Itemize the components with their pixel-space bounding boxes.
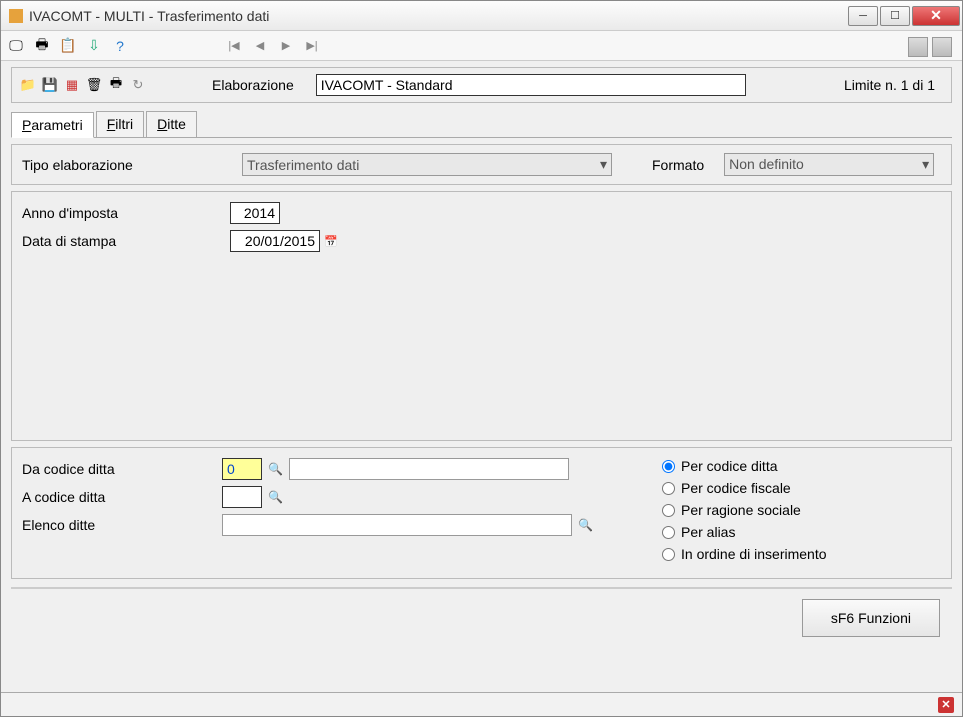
search-icon[interactable]: 🔍 [268,462,283,476]
last-icon[interactable]: ▶| [303,37,321,55]
help-icon[interactable]: ? [111,37,129,55]
form-panel: Anno d'imposta Data di stampa 📅 [11,191,952,441]
chevron-down-icon: ▾ [922,156,929,173]
search-icon[interactable]: 🔍 [268,490,283,504]
tipo-elaborazione-label: Tipo elaborazione [22,157,222,173]
elenco-ditte-input[interactable] [222,514,572,536]
action1-icon[interactable] [908,37,928,57]
radio-codice-fiscale[interactable]: Per codice fiscale [662,480,941,496]
function-panel: sF6 Funzioni [11,587,952,647]
funzioni-button[interactable]: sF6 Funzioni [802,599,940,637]
tab-parametri[interactable]: Parametri [11,112,94,138]
window-title: IVACOMT - MULTI - Trasferimento dati [29,8,846,24]
app-icon [9,9,23,23]
a-codice-label: A codice ditta [22,489,222,505]
clipboard-icon[interactable]: 📋 [59,37,77,55]
status-bar: ✕ [1,692,962,716]
printer-icon[interactable]: 🖶 [108,77,124,93]
print-icon[interactable]: 🖶 [33,37,51,55]
search-icon[interactable]: 🔍 [578,518,593,532]
anno-imposta-label: Anno d'imposta [22,205,230,221]
tabs: Parametri Filtri Ditte [11,111,952,138]
radio-codice-ditta[interactable]: Per codice ditta [662,458,941,474]
formato-select[interactable]: Non definito ▾ [724,153,934,176]
screen-icon[interactable]: 🖵 [7,37,25,55]
da-codice-input[interactable] [222,458,262,480]
next-icon[interactable]: ▶ [277,37,295,55]
delete-icon[interactable]: 🗑 [86,77,102,93]
elenco-ditte-label: Elenco ditte [22,517,222,533]
folder-icon[interactable]: 📁 [20,77,36,93]
first-icon[interactable]: |◀ [225,37,243,55]
titlebar: IVACOMT - MULTI - Trasferimento dati ─ ☐… [1,1,962,31]
status-close-icon[interactable]: ✕ [938,697,954,713]
a-codice-input[interactable] [222,486,262,508]
limit-text: Limite n. 1 di 1 [844,77,943,93]
calendar-icon[interactable]: 📅 [324,235,338,248]
data-stampa-input[interactable] [230,230,320,252]
right-toolbar [908,37,952,57]
da-codice-desc-input[interactable] [289,458,569,480]
action2-icon[interactable] [932,37,952,57]
da-codice-label: Da codice ditta [22,461,222,477]
formato-value: Non definito [729,156,804,173]
data-stampa-label: Data di stampa [22,233,230,249]
elaborazione-bar: 📁 💾 ▦ 🗑 🖶 ↻ Elaborazione Limite n. 1 di … [11,67,952,103]
anno-imposta-input[interactable] [230,202,280,224]
radio-alias[interactable]: Per alias [662,524,941,540]
ditte-panel: Da codice ditta 🔍 A codice ditta 🔍 Elenc… [11,447,952,579]
tipo-elaborazione-select[interactable]: Trasferimento dati ▾ [242,153,612,176]
elaborazione-input[interactable] [316,74,746,96]
sort-radios: Per codice ditta Per codice fiscale Per … [662,458,941,568]
minimize-button[interactable]: ─ [848,6,878,26]
tipo-panel: Tipo elaborazione Trasferimento dati ▾ F… [11,144,952,185]
close-button[interactable]: ✕ [912,6,960,26]
refresh-icon[interactable]: ↻ [130,77,146,93]
chevron-down-icon: ▾ [600,156,607,173]
radio-ordine-inserimento[interactable]: In ordine di inserimento [662,546,941,562]
export-icon[interactable]: ⇩ [85,37,103,55]
tipo-elaborazione-value: Trasferimento dati [247,157,359,173]
prev-icon[interactable]: ◀ [251,37,269,55]
pdf-icon[interactable]: ▦ [64,77,80,93]
tab-filtri[interactable]: Filtri [96,111,144,137]
main-toolbar: 🖵 🖶 📋 ⇩ ? |◀ ◀ ▶ ▶| [1,31,962,61]
radio-ragione-sociale[interactable]: Per ragione sociale [662,502,941,518]
maximize-button[interactable]: ☐ [880,6,910,26]
elaborazione-label: Elaborazione [212,77,294,93]
formato-label: Formato [652,157,704,173]
save-icon[interactable]: 💾 [42,77,58,93]
tab-ditte[interactable]: Ditte [146,111,197,137]
